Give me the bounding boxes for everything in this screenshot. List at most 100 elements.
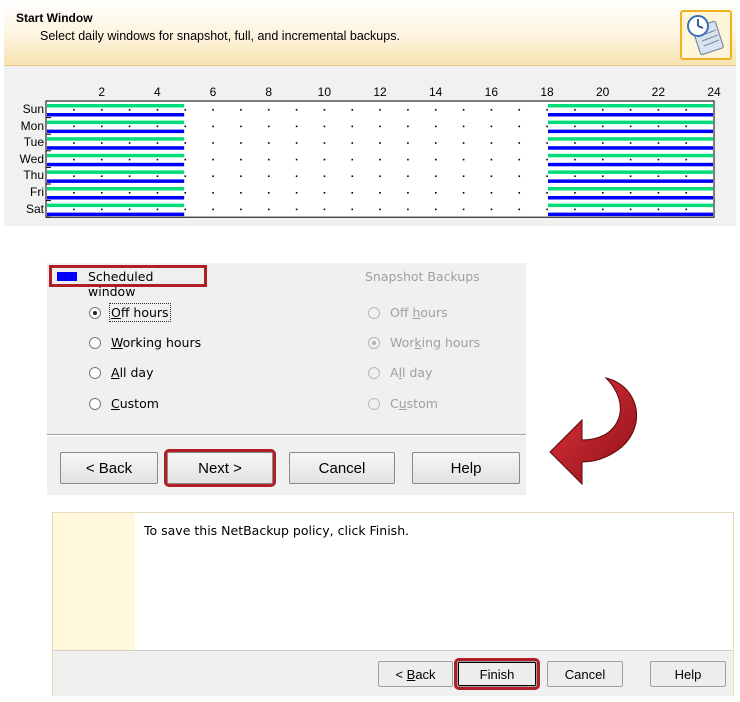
grid-tick	[546, 175, 548, 177]
cancel-button[interactable]: Cancel	[289, 452, 395, 484]
selected-window-bar	[47, 170, 185, 174]
grid-tick	[685, 192, 688, 194]
grid-tick	[546, 208, 548, 211]
grid-tick	[212, 192, 214, 194]
next-button[interactable]: Next >	[164, 449, 276, 487]
grid-tick	[184, 192, 187, 194]
grid-tick	[685, 109, 688, 111]
grid-tick	[156, 142, 159, 144]
scheduled-window-bar	[548, 113, 713, 117]
schedule-grid[interactable]	[4, 66, 736, 226]
radio-all-day[interactable]: All day	[89, 365, 153, 380]
grid-tick	[295, 125, 298, 128]
grid-tick	[295, 175, 298, 177]
selected-window-bar	[548, 137, 713, 141]
grid-tick	[685, 208, 688, 211]
schedule-options-panel: Scheduled window Snapshot Backups Off ho…	[47, 263, 526, 495]
scheduled-window-bar	[548, 212, 713, 217]
back-button[interactable]: < Back	[60, 452, 158, 484]
grid-tick	[323, 208, 326, 211]
grid-tick	[100, 125, 103, 128]
grid-tick	[434, 109, 437, 111]
grid-tick	[518, 192, 521, 194]
help-button[interactable]: Help	[412, 452, 520, 484]
grid-tick	[212, 158, 214, 161]
radio-button[interactable]	[89, 336, 101, 349]
grid-tick	[685, 125, 688, 128]
grid-tick	[462, 142, 465, 144]
finish-button[interactable]: Finish	[454, 658, 540, 690]
grid-tick	[184, 208, 187, 211]
header-title: Start Window	[16, 11, 93, 25]
grid-tick	[407, 192, 409, 194]
grid-tick	[73, 175, 75, 177]
grid-tick	[601, 175, 604, 177]
grid-tick	[295, 158, 298, 161]
grid-tick	[212, 175, 214, 177]
grid-tick	[629, 158, 632, 161]
radio-button[interactable]	[89, 397, 101, 410]
grid-tick	[657, 142, 660, 144]
legend-swatch	[57, 272, 77, 281]
scheduled-window-bar	[47, 212, 185, 217]
radio-off-hours[interactable]: Off hours	[89, 303, 171, 322]
selected-window-bar	[548, 120, 713, 125]
selected-window-bar	[47, 120, 185, 125]
scheduled-window-bar	[47, 129, 185, 134]
scheduled-window-bar	[47, 162, 185, 167]
finish-cancel-button[interactable]: Cancel	[547, 661, 623, 687]
grid-tick	[574, 125, 576, 128]
grid-tick	[574, 175, 576, 177]
scheduled-window-bar	[47, 146, 185, 150]
grid-tick	[184, 175, 187, 177]
radio-button	[368, 336, 380, 349]
grid-tick	[379, 109, 381, 111]
grid-tick	[267, 109, 270, 111]
grid-tick	[240, 208, 242, 211]
grid-tick	[490, 175, 493, 177]
finish-side-banner	[53, 513, 135, 650]
selected-window-bar	[548, 153, 713, 158]
grid-tick	[379, 125, 381, 128]
grid-tick	[100, 142, 103, 144]
radio-button[interactable]	[89, 366, 101, 379]
grid-tick	[295, 109, 298, 111]
selected-window-bar	[548, 187, 713, 191]
grid-tick	[128, 175, 131, 177]
grid-tick	[323, 142, 326, 144]
panel-divider	[47, 434, 526, 436]
grid-tick	[351, 125, 354, 128]
grid-tick	[518, 208, 521, 211]
finish-back-button[interactable]: < Back	[378, 661, 453, 687]
grid-tick	[351, 109, 354, 111]
finish-help-button[interactable]: Help	[650, 661, 726, 687]
grid-tick	[407, 175, 409, 177]
grid-tick	[462, 192, 465, 194]
grid-tick	[629, 142, 632, 144]
grid-tick	[128, 208, 131, 211]
grid-tick	[462, 125, 465, 128]
grid-tick	[546, 142, 548, 144]
grid-tick	[685, 175, 688, 177]
grid-tick	[73, 158, 75, 161]
snapshot-radio-working-hours: Working hours	[368, 335, 480, 350]
grid-tick	[100, 175, 103, 177]
grid-tick	[267, 142, 270, 144]
grid-tick	[407, 109, 409, 111]
selected-window-bar	[47, 187, 185, 191]
grid-tick	[490, 125, 493, 128]
radio-working-hours[interactable]: Working hours	[89, 335, 201, 350]
grid-tick	[434, 175, 437, 177]
radio-custom[interactable]: Custom	[89, 396, 159, 411]
grid-tick	[73, 192, 75, 194]
grid-tick	[407, 125, 409, 128]
grid-tick	[462, 208, 465, 211]
scheduled-window-legend: Scheduled window	[49, 265, 207, 299]
grid-tick	[601, 192, 604, 194]
grid-tick	[351, 158, 354, 161]
scheduled-window-bar	[47, 179, 185, 183]
scheduled-window-bar	[548, 129, 713, 134]
wizard-header: Start Window Select daily windows for sn…	[4, 0, 736, 66]
radio-button[interactable]	[89, 306, 101, 319]
grid-tick	[128, 109, 131, 111]
